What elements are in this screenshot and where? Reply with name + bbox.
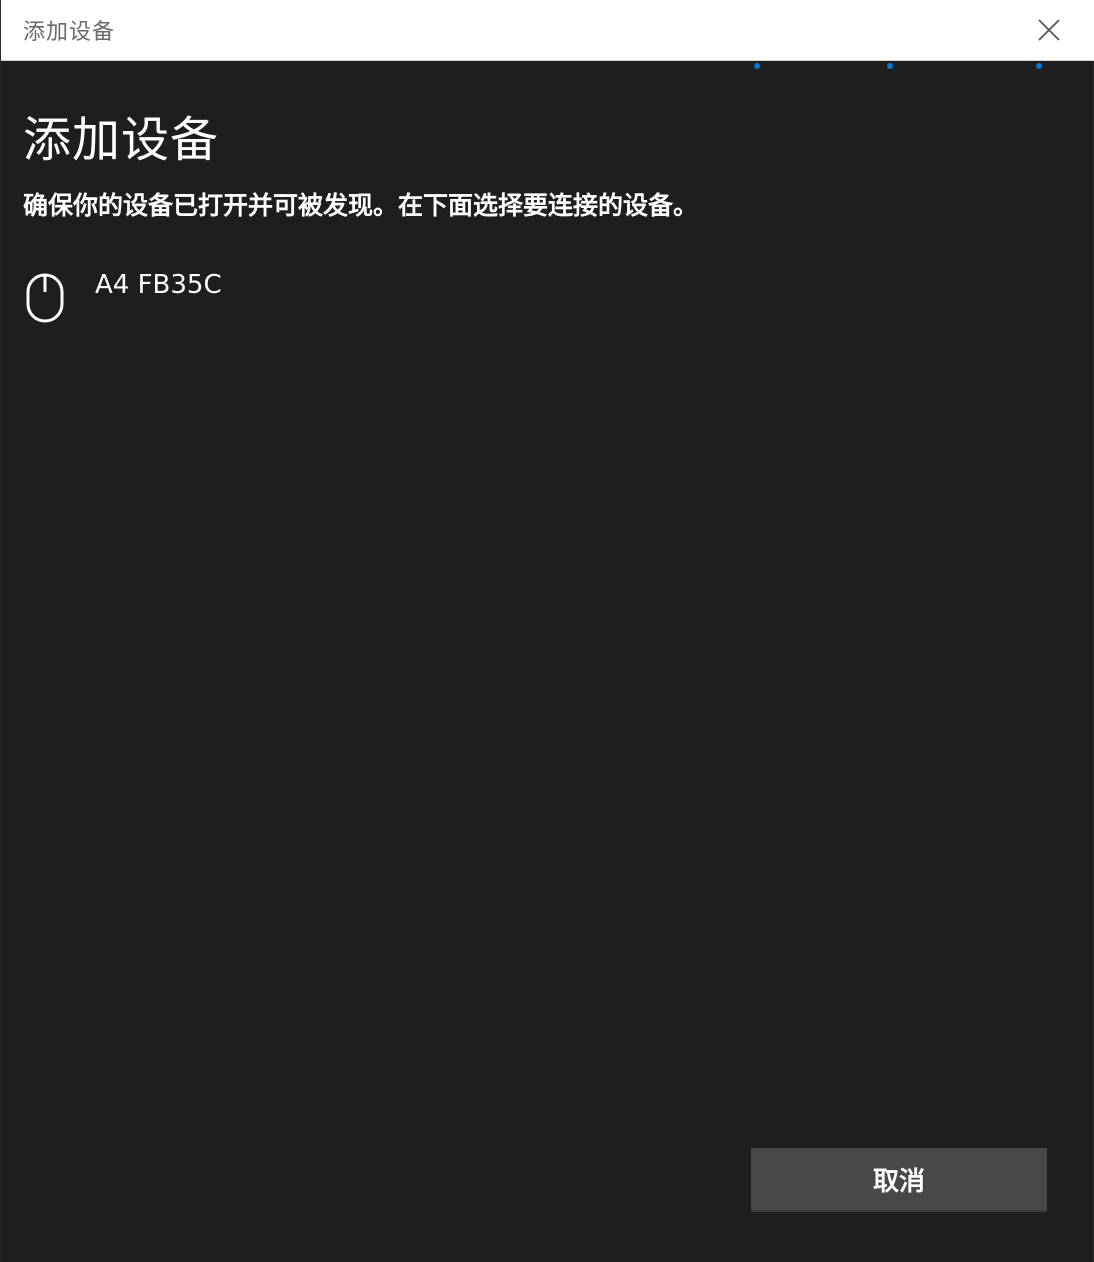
cancel-button[interactable]: 取消 <box>751 1148 1047 1212</box>
close-button[interactable] <box>1003 0 1094 60</box>
progress-dot <box>887 63 893 69</box>
device-list-item[interactable]: A4 FB35C <box>11 258 511 334</box>
instruction-text: 确保你的设备已打开并可被发现。在下面选择要连接的设备。 <box>23 191 699 220</box>
device-name: A4 FB35C <box>95 270 222 300</box>
progress-dot <box>754 63 760 69</box>
mouse-icon <box>26 273 64 323</box>
close-icon <box>1038 19 1060 41</box>
add-device-dialog: 添加设备 添加设备 确保你的设备已打开并可被发现。在下面选择要连接的设备。 A4… <box>0 0 1094 1262</box>
page-title: 添加设备 <box>23 112 220 168</box>
searching-progress-indicator <box>1 61 1094 73</box>
title-bar: 添加设备 <box>1 0 1094 61</box>
progress-dot <box>1036 63 1042 69</box>
window-title: 添加设备 <box>23 20 116 45</box>
